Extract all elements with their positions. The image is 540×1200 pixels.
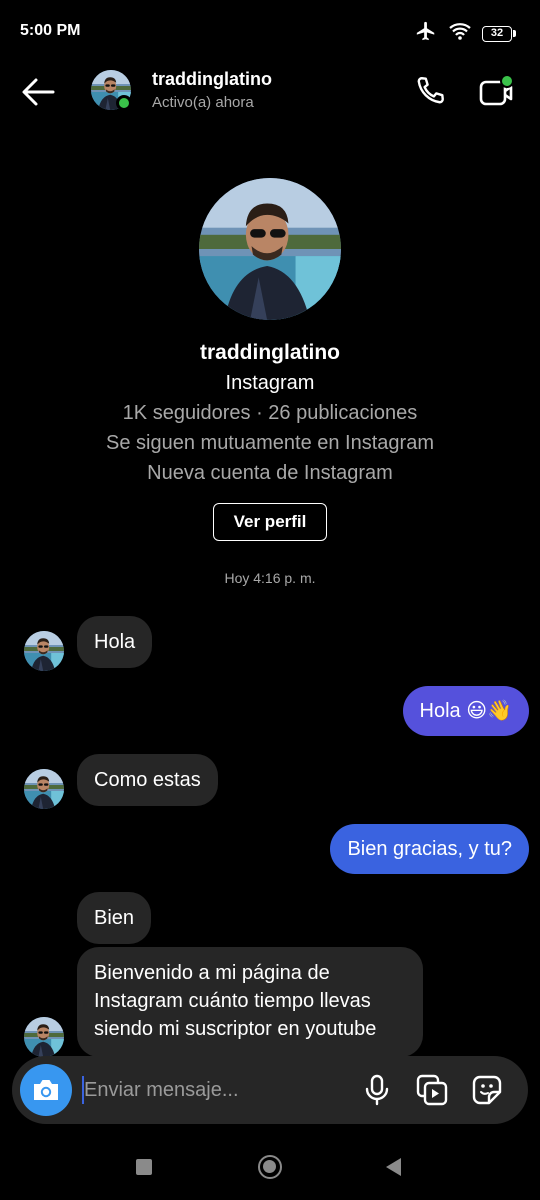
profile-stats: 1K seguidores · 26 publicaciones <box>122 402 418 424</box>
phone-icon[interactable] <box>412 73 448 109</box>
wifi-icon <box>448 21 472 46</box>
message-bubble-incoming[interactable]: Bien <box>77 892 152 944</box>
view-profile-button[interactable]: Ver perfil <box>213 503 327 541</box>
message-bubble-incoming[interactable]: Hola <box>77 616 153 668</box>
back-arrow-icon[interactable] <box>20 74 58 110</box>
video-icon[interactable] <box>476 72 516 112</box>
message-input[interactable] <box>84 1072 344 1108</box>
camera-icon[interactable] <box>20 1064 72 1116</box>
profile-avatar[interactable] <box>199 178 341 320</box>
status-bar: 5:00 PM 32 <box>0 0 540 64</box>
profile-platform: Instagram <box>225 372 315 394</box>
battery-icon: 32 <box>482 25 516 42</box>
message-avatar[interactable] <box>24 631 64 671</box>
message-avatar[interactable] <box>24 769 64 809</box>
header-status: Activo(a) ahora <box>152 94 254 111</box>
message-bubble-incoming[interactable]: Como estas <box>77 754 218 806</box>
sticker-icon[interactable] <box>470 1073 504 1107</box>
status-time: 5:00 PM <box>20 22 81 39</box>
online-indicator <box>116 95 132 111</box>
chat-timestamp: Hoy 4:16 p. m. <box>224 570 316 586</box>
message-bubble-outgoing[interactable]: Bien gracias, y tu? <box>330 824 529 874</box>
gallery-icon[interactable] <box>415 1073 449 1107</box>
nav-back-icon[interactable] <box>386 1158 401 1176</box>
battery-level: 32 <box>482 25 512 42</box>
chat-header: traddinglatino Activo(a) ahora <box>0 64 540 120</box>
message-bubble-incoming[interactable]: Bienvenido a mi página de Instagram cuán… <box>77 947 423 1057</box>
home-icon[interactable] <box>258 1155 282 1179</box>
header-username[interactable]: traddinglatino <box>152 69 272 90</box>
profile-mutual: Se siguen mutuamente en Instagram <box>106 432 434 454</box>
recent-apps-icon[interactable] <box>136 1159 152 1175</box>
system-nav-bar <box>0 1140 540 1200</box>
message-avatar[interactable] <box>24 1017 64 1057</box>
profile-name: traddinglatino <box>200 341 340 364</box>
microphone-icon[interactable] <box>360 1073 394 1107</box>
message-bubble-outgoing[interactable]: Hola 😃👋 <box>402 686 529 736</box>
message-composer <box>12 1056 528 1124</box>
profile-new-account: Nueva cuenta de Instagram <box>147 462 393 484</box>
airplane-icon <box>414 20 438 47</box>
